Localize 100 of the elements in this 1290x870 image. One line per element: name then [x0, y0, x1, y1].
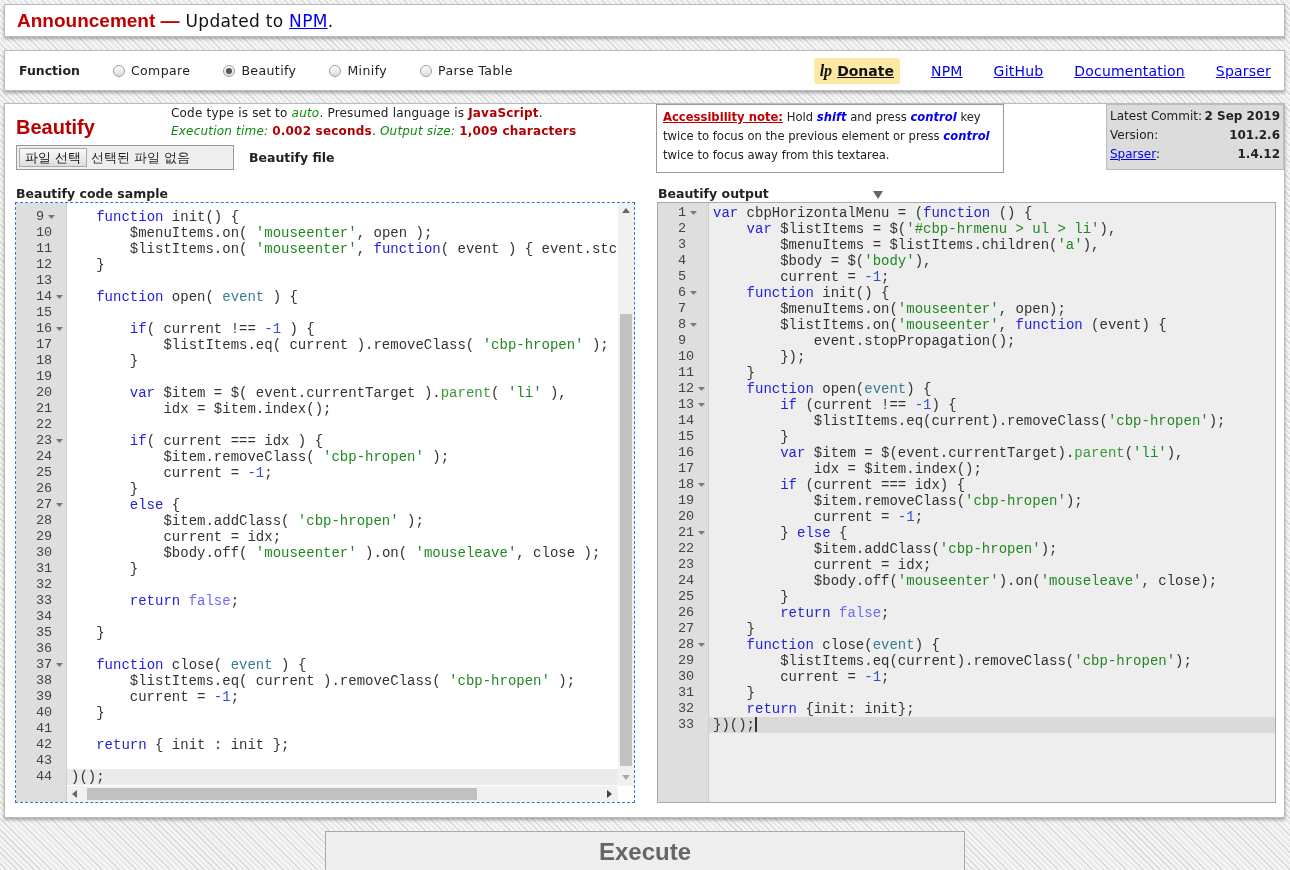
fold-arrow-icon[interactable]: [690, 211, 698, 215]
code-line: }: [129, 561, 139, 577]
panel-title: Beautify: [15, 115, 96, 140]
fold-arrow-icon[interactable]: [48, 215, 56, 219]
code-line: var cbpHorizontalMenu = (function () {: [713, 205, 1033, 221]
line-number: 17: [36, 337, 53, 353]
line-number: 31: [36, 561, 53, 577]
fold-arrow-icon[interactable]: [698, 387, 706, 391]
caret-down-icon[interactable]: [872, 191, 883, 199]
code-line: });: [780, 349, 806, 365]
radio-label[interactable]: Beautify: [241, 63, 297, 78]
nav-link[interactable]: Documentation: [1074, 62, 1185, 79]
code-editor[interactable]: [15, 202, 635, 803]
fold-arrow-icon[interactable]: [56, 503, 64, 507]
code-line: if( current === idx ) {: [129, 433, 324, 449]
line-number: 30: [678, 669, 695, 685]
scroll-right-arrow-icon[interactable]: [607, 790, 612, 798]
line-number: 1: [678, 205, 687, 221]
version-value: 101.2.6: [1229, 127, 1280, 144]
radio-label[interactable]: Minify: [347, 63, 388, 78]
scroll-up-arrow-icon[interactable]: [622, 208, 630, 213]
code-line: if (current === idx) {: [780, 477, 966, 493]
code-line: }: [780, 589, 789, 605]
line-number: 27: [36, 497, 53, 513]
nav-link[interactable]: NPM: [930, 62, 963, 79]
line-number: 2: [678, 221, 687, 237]
radio-label[interactable]: Parse Table: [438, 63, 513, 78]
radio-button[interactable]: [329, 64, 342, 77]
horizontal-scrollbar[interactable]: [67, 786, 618, 802]
file-input[interactable]: 파일 선택 선택된 파일 없음: [16, 145, 234, 170]
fold-arrow-icon[interactable]: [690, 323, 698, 327]
radio-button[interactable]: [420, 64, 433, 77]
fold-arrow-icon[interactable]: [56, 295, 64, 299]
line-number: 11: [678, 365, 695, 381]
line-number: 41: [36, 721, 53, 737]
donate-button[interactable]: lp Donate: [813, 57, 900, 84]
execute-button[interactable]: Execute: [325, 831, 965, 870]
fold-arrow-icon[interactable]: [698, 403, 706, 407]
nav-link[interactable]: Sparser: [1215, 62, 1271, 79]
line-number: 34: [36, 609, 53, 625]
code-line: }: [746, 365, 755, 381]
code-line: $menuItems = $listItems.children('a'),: [780, 237, 1100, 253]
code-line: function init() {: [96, 209, 240, 225]
file-status-text: 선택된 파일 없음: [91, 148, 191, 167]
status-text: Code type is set to auto. Presumed language is JavaScript.: [171, 105, 544, 122]
announcement-link[interactable]: NPM: [289, 10, 328, 31]
fold-arrow-icon[interactable]: [698, 531, 706, 535]
choose-file-button[interactable]: 파일 선택: [19, 148, 88, 167]
line-number: 23: [36, 433, 53, 449]
code-editor[interactable]: [657, 202, 1276, 803]
line-number: 4: [678, 253, 687, 269]
line-number: 33: [36, 593, 53, 609]
line-number: 16: [36, 321, 53, 337]
scroll-down-arrow-icon[interactable]: [622, 775, 630, 780]
radio-button[interactable]: [112, 64, 125, 77]
radio-label[interactable]: Compare: [130, 63, 191, 78]
fold-arrow-icon[interactable]: [56, 663, 64, 667]
code-line: current = -1;: [813, 509, 924, 525]
line-number: 6: [678, 285, 687, 301]
scrollbar-thumb[interactable]: [620, 314, 632, 766]
line-number: 26: [678, 605, 695, 621]
code-line: var $item = $(event.currentTarget).parent('li'),: [780, 445, 1184, 461]
version-label: Version:: [1110, 127, 1159, 144]
line-number: 29: [36, 529, 53, 545]
code-line: $body = $('body'),: [780, 253, 932, 269]
line-number: 15: [678, 429, 695, 445]
line-number: 13: [36, 273, 53, 289]
fold-arrow-icon[interactable]: [690, 291, 698, 295]
radio-button[interactable]: [223, 64, 236, 77]
fold-arrow-icon[interactable]: [698, 483, 706, 487]
version-link[interactable]: Sparser: [1110, 147, 1156, 161]
line-number: 19: [36, 369, 53, 385]
code-line: $item.removeClass('cbp-hropen');: [813, 493, 1083, 509]
code-line: current = idx;: [163, 529, 282, 545]
line-number: 22: [678, 541, 695, 557]
line-number: 31: [678, 685, 695, 701]
code-line: if( current !== -1 ) {: [129, 321, 315, 337]
fold-arrow-icon[interactable]: [56, 439, 64, 443]
scrollbar-thumb[interactable]: [87, 788, 477, 800]
line-number: 35: [36, 625, 53, 641]
line-number: 43: [36, 753, 53, 769]
version-label: Latest Commit:: [1110, 108, 1203, 125]
line-number: 25: [36, 465, 53, 481]
nav-link[interactable]: GitHub: [993, 62, 1044, 79]
scroll-left-arrow-icon[interactable]: [72, 790, 77, 798]
version-label: Sparser:: [1110, 146, 1160, 163]
line-number: 14: [678, 413, 695, 429]
vertical-scrollbar[interactable]: [618, 203, 634, 786]
line-number: 3: [678, 237, 687, 253]
line-number: 28: [36, 513, 53, 529]
line-number: 28: [678, 637, 695, 653]
line-number: 32: [678, 701, 695, 717]
code-line: }: [96, 257, 105, 273]
code-line: current = -1;: [780, 269, 890, 285]
fold-arrow-icon[interactable]: [56, 327, 64, 331]
code-line: }: [780, 429, 789, 445]
code-line: $menuItems.on( 'mouseenter', open );: [129, 225, 433, 241]
line-number: 14: [36, 289, 53, 305]
fold-arrow-icon[interactable]: [698, 643, 706, 647]
line-number: 7: [678, 301, 687, 317]
